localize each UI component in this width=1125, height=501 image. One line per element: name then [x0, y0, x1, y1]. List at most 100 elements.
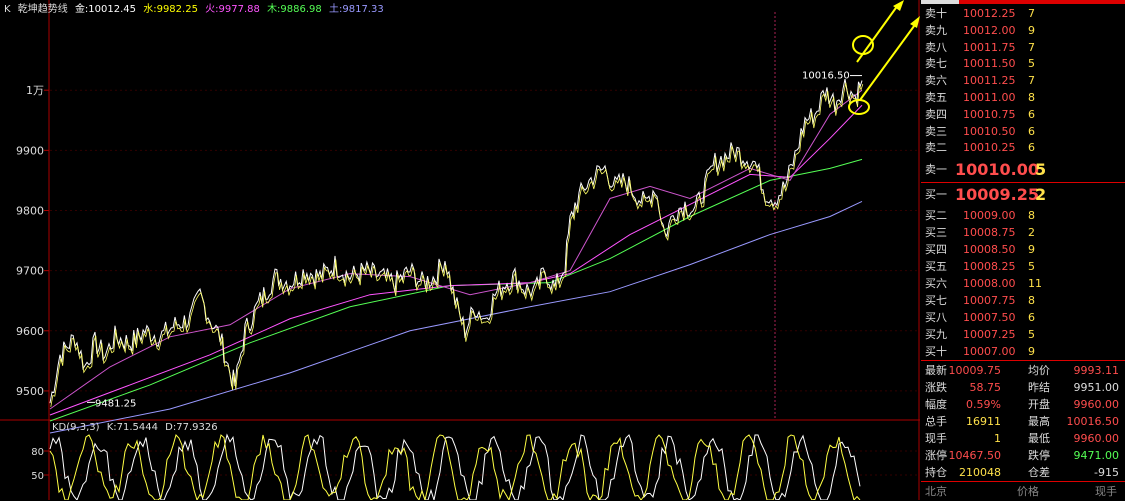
- sell-price: 10010.50: [963, 124, 1016, 138]
- sell-price: 10011.50: [963, 57, 1016, 71]
- stat-value: 210048: [959, 466, 1001, 479]
- stat-label: 现手: [925, 432, 947, 445]
- high-price-label: 10016.50: [802, 71, 850, 82]
- buy-price: 10009.25: [955, 185, 1040, 204]
- sell-label: 卖八: [925, 40, 947, 54]
- sell-price: 10012.25: [963, 7, 1016, 20]
- sell-price: 10010.00: [955, 160, 1040, 179]
- kd-tick-label: 50: [31, 471, 44, 482]
- kd-k-value: K:71.5444: [106, 422, 158, 433]
- buy-row[interactable]: 买四 10008.50 9: [921, 241, 1125, 258]
- kd-legend: KD(9,3,3) K:71.5444 D:77.9326: [52, 422, 218, 433]
- buy-row[interactable]: 买十 10007.00 9: [921, 343, 1125, 360]
- buy-volume: 5: [1028, 260, 1035, 273]
- stat-label: 幅度: [925, 398, 947, 411]
- stat-row: 持仓 210048 仓差 -915: [921, 464, 1125, 481]
- sell-row[interactable]: 卖三 10010.50 6: [921, 123, 1125, 140]
- buy-label: 买九: [925, 328, 947, 341]
- buy-price: 10008.25: [963, 260, 1016, 273]
- y-tick-label: 1万: [26, 84, 44, 97]
- sell-row[interactable]: 卖六 10011.25 7: [921, 72, 1125, 89]
- sell-price: 10010.25: [963, 141, 1016, 155]
- stat-value: 10467.50: [948, 449, 1002, 462]
- stat-label: 仓差: [1028, 466, 1050, 479]
- sell-label: 卖一: [925, 163, 947, 176]
- sell-row[interactable]: 卖五 10011.00 8: [921, 89, 1125, 106]
- legend-mu: 木:9886.98: [267, 4, 322, 15]
- sell-label: 卖五: [925, 91, 947, 104]
- y-tick-label: 9800: [16, 204, 44, 217]
- buy-row[interactable]: 买六 10008.00 11: [921, 275, 1125, 292]
- stat-label: 最高: [1028, 415, 1050, 428]
- footer-price[interactable]: 价格: [1017, 482, 1039, 501]
- sell-row[interactable]: 卖八 10011.75 7: [921, 39, 1125, 56]
- ma-tu-line: [49, 201, 863, 434]
- low-price-label: 9481.25: [95, 398, 136, 409]
- sell-volume: 6: [1028, 107, 1035, 121]
- buy-label: 买六: [925, 277, 947, 290]
- buy-row[interactable]: 买一 10009.25 2: [921, 184, 1125, 206]
- sell-row[interactable]: 卖二 10010.25 6: [921, 139, 1125, 156]
- stat-value: 9993.11: [1073, 364, 1120, 377]
- sell-volume: 8: [1028, 91, 1035, 104]
- quote-footer: 北京 价格 现手: [921, 481, 1125, 501]
- buy-volume: 8: [1028, 294, 1035, 307]
- footer-hand[interactable]: 现手: [1095, 482, 1117, 501]
- sell-label: 卖三: [925, 124, 947, 138]
- sell-row[interactable]: 卖四 10010.75 6: [921, 106, 1125, 123]
- legend-prefix: K: [4, 4, 11, 15]
- buy-volume: 9: [1028, 345, 1035, 358]
- sell-label: 卖九: [925, 23, 947, 37]
- stat-value: 1: [994, 432, 1001, 445]
- buy-label: 买八: [925, 311, 947, 324]
- sell-volume: 7: [1028, 74, 1035, 88]
- sell-row[interactable]: 卖一 10010.00 5: [921, 159, 1125, 181]
- buy-price: 10009.00: [963, 209, 1016, 222]
- sell-price: 10012.00: [963, 23, 1016, 37]
- stat-value: 58.75: [969, 381, 1002, 394]
- sell-row[interactable]: 卖七 10011.50 5: [921, 55, 1125, 72]
- stat-row: 幅度 0.59% 开盘 9960.00: [921, 396, 1125, 413]
- sell-volume: 7: [1028, 7, 1035, 20]
- footer-location[interactable]: 北京: [925, 482, 947, 501]
- stat-value: 16911: [966, 415, 1001, 428]
- buy-label: 买四: [925, 243, 947, 256]
- sell-label: 卖六: [925, 74, 947, 88]
- stats-divider: [921, 360, 1125, 361]
- buy-price: 10007.50: [963, 311, 1016, 324]
- buy-label: 买二: [925, 209, 947, 222]
- buy-row[interactable]: 买三 10008.75 2: [921, 224, 1125, 241]
- ma-fast-line: [49, 89, 863, 410]
- sell-row[interactable]: 卖九 10012.00 9: [921, 22, 1125, 39]
- indicator-legend: K 乾坤趋势线 金:10012.45 水:9982.25 火:9977.88 木…: [4, 0, 388, 15]
- chart-area[interactable]: 1万 9900 9800 9700 9600 9500 10016.50 9481.25 80 5…: [0, 0, 920, 500]
- buy-row[interactable]: 买九 10007.25 5: [921, 326, 1125, 343]
- stat-label: 跌停: [1028, 449, 1050, 462]
- y-tick-label: 9700: [16, 265, 44, 278]
- stat-value: 9960.00: [1073, 398, 1120, 411]
- buy-row[interactable]: 买五 10008.25 5: [921, 258, 1125, 275]
- buy-volume: 11: [1028, 277, 1042, 290]
- price-line-white: [49, 78, 863, 404]
- buy-price: 10007.75: [963, 294, 1016, 307]
- buy-price: 10007.25: [963, 328, 1016, 341]
- stat-label: 均价: [1028, 364, 1050, 377]
- buy-row[interactable]: 买二 10009.00 8: [921, 207, 1125, 224]
- buy-price: 10008.00: [963, 277, 1016, 290]
- stat-label: 涨停: [925, 449, 947, 462]
- buy-row[interactable]: 买七 10007.75 8: [921, 292, 1125, 309]
- buy-volume: 9: [1028, 243, 1035, 256]
- sell-volume: 7: [1028, 40, 1035, 54]
- buy-volume: 5: [1028, 328, 1035, 341]
- stat-label: 涨跌: [925, 381, 947, 394]
- buy-row[interactable]: 买八 10007.50 6: [921, 309, 1125, 326]
- sell-row[interactable]: 卖十 10012.25 7: [921, 5, 1125, 22]
- sell-price: 10011.75: [963, 40, 1016, 54]
- stat-value: 9471.00: [1073, 449, 1120, 462]
- sell-volume: 9: [1028, 23, 1035, 37]
- stat-value: 9960.00: [1073, 432, 1120, 445]
- stat-row: 现手 1 最低 9960.00: [921, 430, 1125, 447]
- sell-volume: 6: [1028, 124, 1035, 138]
- quote-top-bar: [921, 0, 1125, 4]
- buy-price: 10007.00: [963, 345, 1016, 358]
